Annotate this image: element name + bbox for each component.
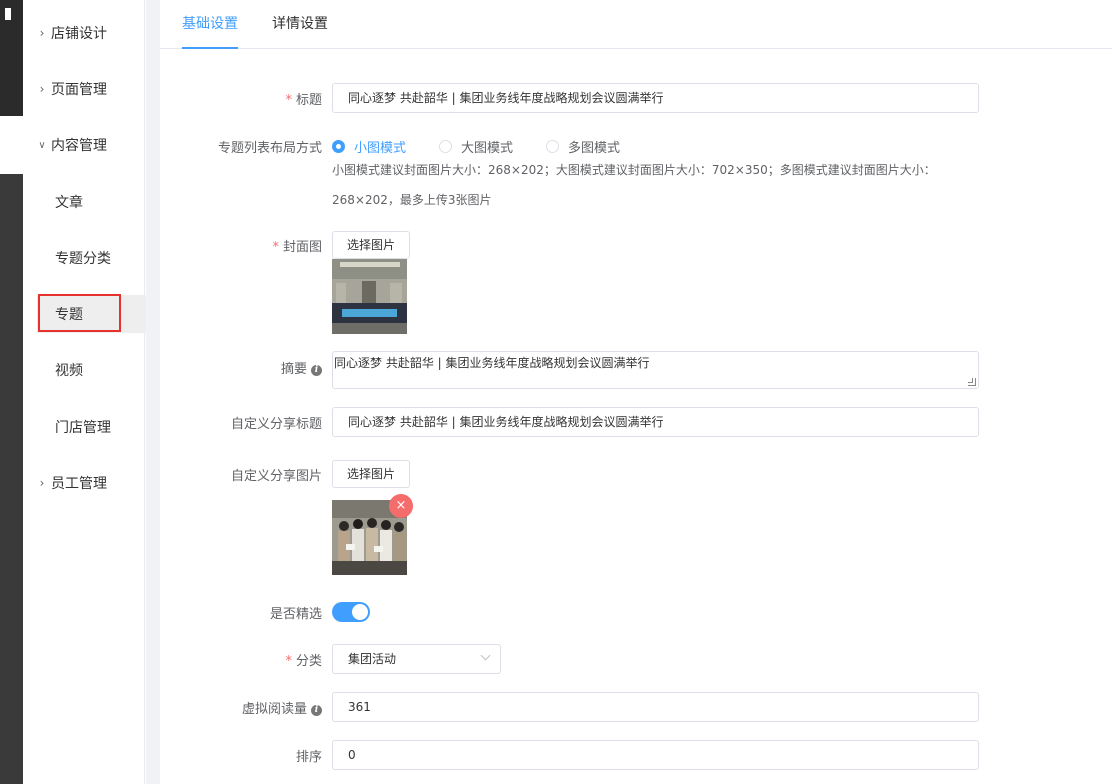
featured-toggle[interactable] [332,602,370,622]
radio-label: 小图模式 [354,141,407,156]
chevron-down-icon [480,650,491,661]
sidebar-group-page-management[interactable]: › 页面管理 [23,61,145,117]
sidebar-group-store-design[interactable]: › 店铺设计 [23,5,145,61]
radio-label: 多图模式 [568,141,621,156]
sidebar-group-label: 员工管理 [51,476,107,492]
app-rail-upper [0,0,23,116]
radio-label: 大图模式 [461,141,514,156]
chevron-right-icon: › [39,26,45,40]
sidebar-group-label: 页面管理 [51,82,107,98]
title-input[interactable]: 同心逐梦 共赴韶华 | 集团业务线年度战略规划会议圆满举行 [332,83,979,113]
cover-select-button[interactable]: 选择图片 [332,231,411,259]
share-image-label: 自定义分享图片 [230,469,322,484]
chevron-down-icon: ∨ [38,139,46,151]
sidebar-item-topic-category[interactable]: 专题分类 [37,239,147,277]
sidebar-item-video[interactable]: 视频 [37,351,147,389]
app-rail [0,0,23,784]
layout-hint-line2: 268×202，最多上传3张图片 [332,193,492,207]
category-label: * 分类 [160,650,322,669]
sidebar-item-label: 专题分类 [55,251,111,267]
category-selected-value: 集团活动 [348,652,397,666]
sort-input[interactable]: 0 [332,740,979,770]
virtual-reads-input[interactable]: 361 [332,692,979,722]
tab-detail-settings[interactable]: 详情设置 [272,0,328,49]
cover-photo [332,259,407,334]
layout-label: 专题列表布局方式 [217,141,322,156]
summary-textarea[interactable]: 同心逐梦 共赴韶华 | 集团业务线年度战略规划会议圆满举行 [332,351,979,389]
radio-dot [439,140,452,153]
tab-bar: 基础设置 详情设置 [160,0,1112,49]
share-title-label: 自定义分享标题 [230,417,322,432]
sidebar-item-article[interactable]: 文章 [37,183,147,221]
sidebar: › 店铺设计 › 页面管理 ∨ 内容管理 文章 专题分类 专题 视频 门店管理 … [23,0,147,784]
label-text: 摘要 [280,362,307,377]
sidebar-group-label: 内容管理 [51,138,107,154]
layout-radio-multi[interactable]: 多图模式 [546,137,620,156]
sidebar-item-label: 视频 [55,363,83,379]
highlight-box [38,294,121,332]
sidebar-group-label: 店铺设计 [51,26,107,42]
required-mark: * [285,654,292,669]
radio-dot [546,140,559,153]
sidebar-group-staff-management[interactable]: › 员工管理 [23,455,145,511]
share-image-select-button[interactable]: 选择图片 [332,460,411,488]
chevron-right-icon: › [39,82,45,96]
layout-radio-large[interactable]: 大图模式 [439,137,513,156]
title-label: * 标题 [160,89,322,108]
info-icon[interactable]: i [311,705,322,716]
sidebar-item-label: 文章 [55,195,83,211]
summary-label: 摘要 i [160,358,322,377]
chevron-right-icon: › [39,476,45,490]
required-mark: * [272,240,279,255]
content-gutter [146,0,160,784]
required-mark: * [285,93,292,108]
sidebar-item-store-management[interactable]: 门店管理 [37,408,147,446]
tab-basic-settings[interactable]: 基础设置 [182,0,238,49]
tab-label: 详情设置 [272,16,328,32]
sidebar-item-label: 门店管理 [55,420,111,436]
tab-label: 基础设置 [182,16,238,32]
label-text: 封面图 [282,240,322,255]
share-title-input[interactable]: 同心逐梦 共赴韶华 | 集团业务线年度战略规划会议圆满举行 [332,407,979,437]
layout-hint-line1: 小图模式建议封面图片大小：268×202；大图模式建议封面图片大小：702×35… [332,163,936,177]
sort-label: 排序 [295,750,322,765]
label-text: 分类 [295,654,322,669]
app-rail-active-slot [0,116,23,174]
remove-image-icon[interactable]: × [389,494,413,518]
resize-handle-icon[interactable] [968,378,976,386]
main-content: 基础设置 详情设置 * 标题 同心逐梦 共赴韶华 | 集团业务线年度战略规划会议圆… [160,0,1112,784]
rail-marker-icon [5,8,11,20]
cover-label: * 封面图 [160,236,322,255]
label-text: 标题 [295,93,322,108]
info-icon[interactable]: i [311,365,322,376]
cover-image-thumbnail[interactable] [332,259,407,334]
category-select[interactable]: 集团活动 [332,644,501,674]
radio-dot [332,140,345,153]
virtual-reads-label: 虚拟阅读量 i [160,698,322,717]
summary-text: 同心逐梦 共赴韶华 | 集团业务线年度战略规划会议圆满举行 [334,356,650,370]
layout-radio-small[interactable]: 小图模式 [332,137,406,156]
toggle-knob [352,604,368,620]
sidebar-group-content-management[interactable]: ∨ 内容管理 [23,117,145,173]
featured-label: 是否精选 [269,607,322,622]
label-text: 虚拟阅读量 [241,702,307,717]
